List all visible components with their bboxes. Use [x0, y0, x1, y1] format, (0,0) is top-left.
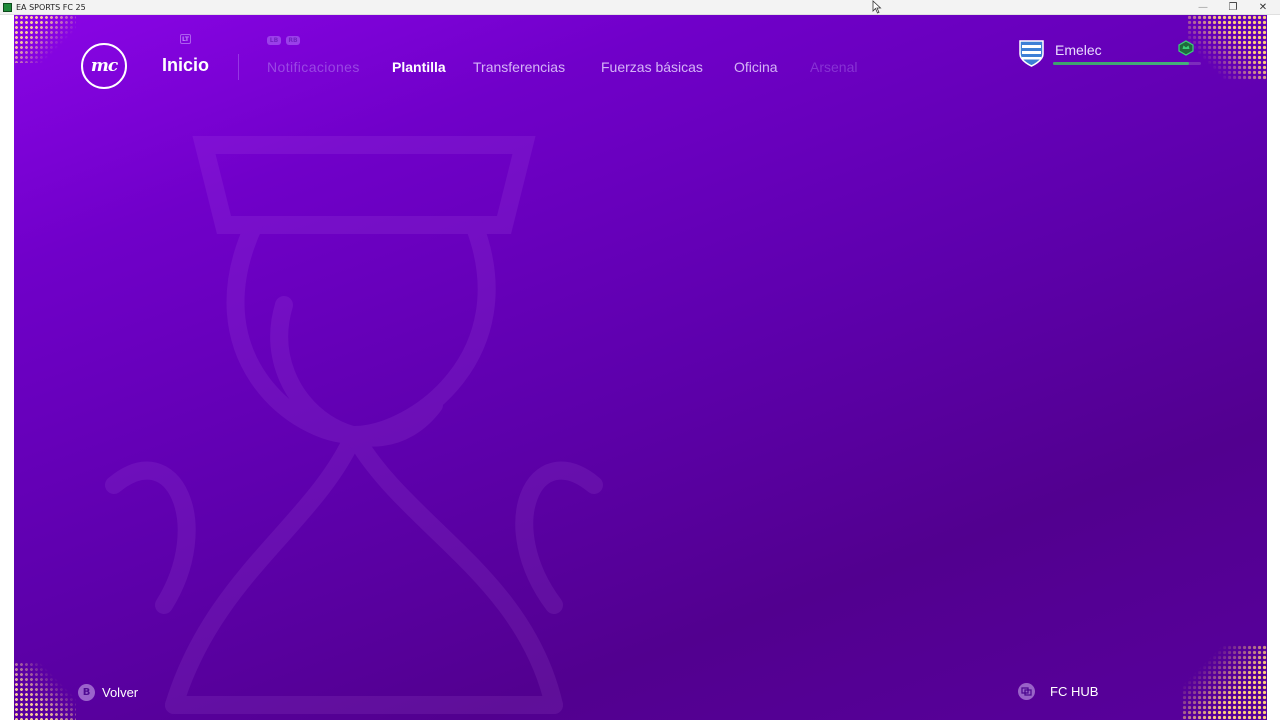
- lt-button-hint-icon: LT: [180, 34, 191, 44]
- window-left-border: [0, 15, 14, 720]
- club-status-icon: [1178, 40, 1194, 56]
- corner-dots-top-right: [1187, 15, 1267, 80]
- club-progress-fill: [1053, 62, 1190, 65]
- club-crest-icon: [1019, 40, 1044, 67]
- club-name: Emelec: [1055, 42, 1102, 58]
- minimize-button[interactable]: —: [1188, 0, 1218, 15]
- corner-dots-top-left: [14, 15, 76, 63]
- app-icon: [3, 3, 12, 12]
- tab-transferencias[interactable]: Transferencias: [473, 59, 565, 75]
- rb-button-hint-icon: RB: [286, 36, 300, 45]
- corner-dots-bottom-left: [14, 662, 76, 720]
- b-button-icon: B: [78, 684, 95, 701]
- window-right-border: [1267, 15, 1280, 720]
- game-screen: mc LT Inicio LB RB Notificaciones Planti…: [14, 15, 1267, 720]
- corner-dots-bottom-right: [1182, 645, 1267, 720]
- mouse-cursor-icon: [872, 0, 882, 14]
- window-titlebar: EA SPORTS FC 25 — ❐ ✕: [0, 0, 1280, 15]
- club-progress-bar: [1053, 62, 1201, 65]
- trophy-background-art: [105, 136, 603, 714]
- career-mode-logo: mc: [81, 43, 127, 89]
- tab-notificaciones[interactable]: Notificaciones: [267, 59, 360, 75]
- nav-divider: [238, 54, 239, 80]
- fc-hub-button[interactable]: FC HUB: [1050, 684, 1098, 699]
- maximize-button[interactable]: ❐: [1218, 0, 1248, 15]
- view-button-icon: [1018, 683, 1035, 700]
- tab-oficina[interactable]: Oficina: [734, 59, 778, 75]
- lb-button-hint-icon: LB: [267, 36, 281, 45]
- tab-fuerzas-basicas[interactable]: Fuerzas básicas: [601, 59, 703, 75]
- tab-plantilla[interactable]: Plantilla: [392, 59, 446, 75]
- close-button[interactable]: ✕: [1248, 0, 1278, 15]
- back-button[interactable]: Volver: [102, 685, 138, 700]
- tab-faded[interactable]: Arsenal: [810, 59, 857, 75]
- nav-home[interactable]: Inicio: [162, 55, 209, 76]
- window-title: EA SPORTS FC 25: [16, 3, 86, 12]
